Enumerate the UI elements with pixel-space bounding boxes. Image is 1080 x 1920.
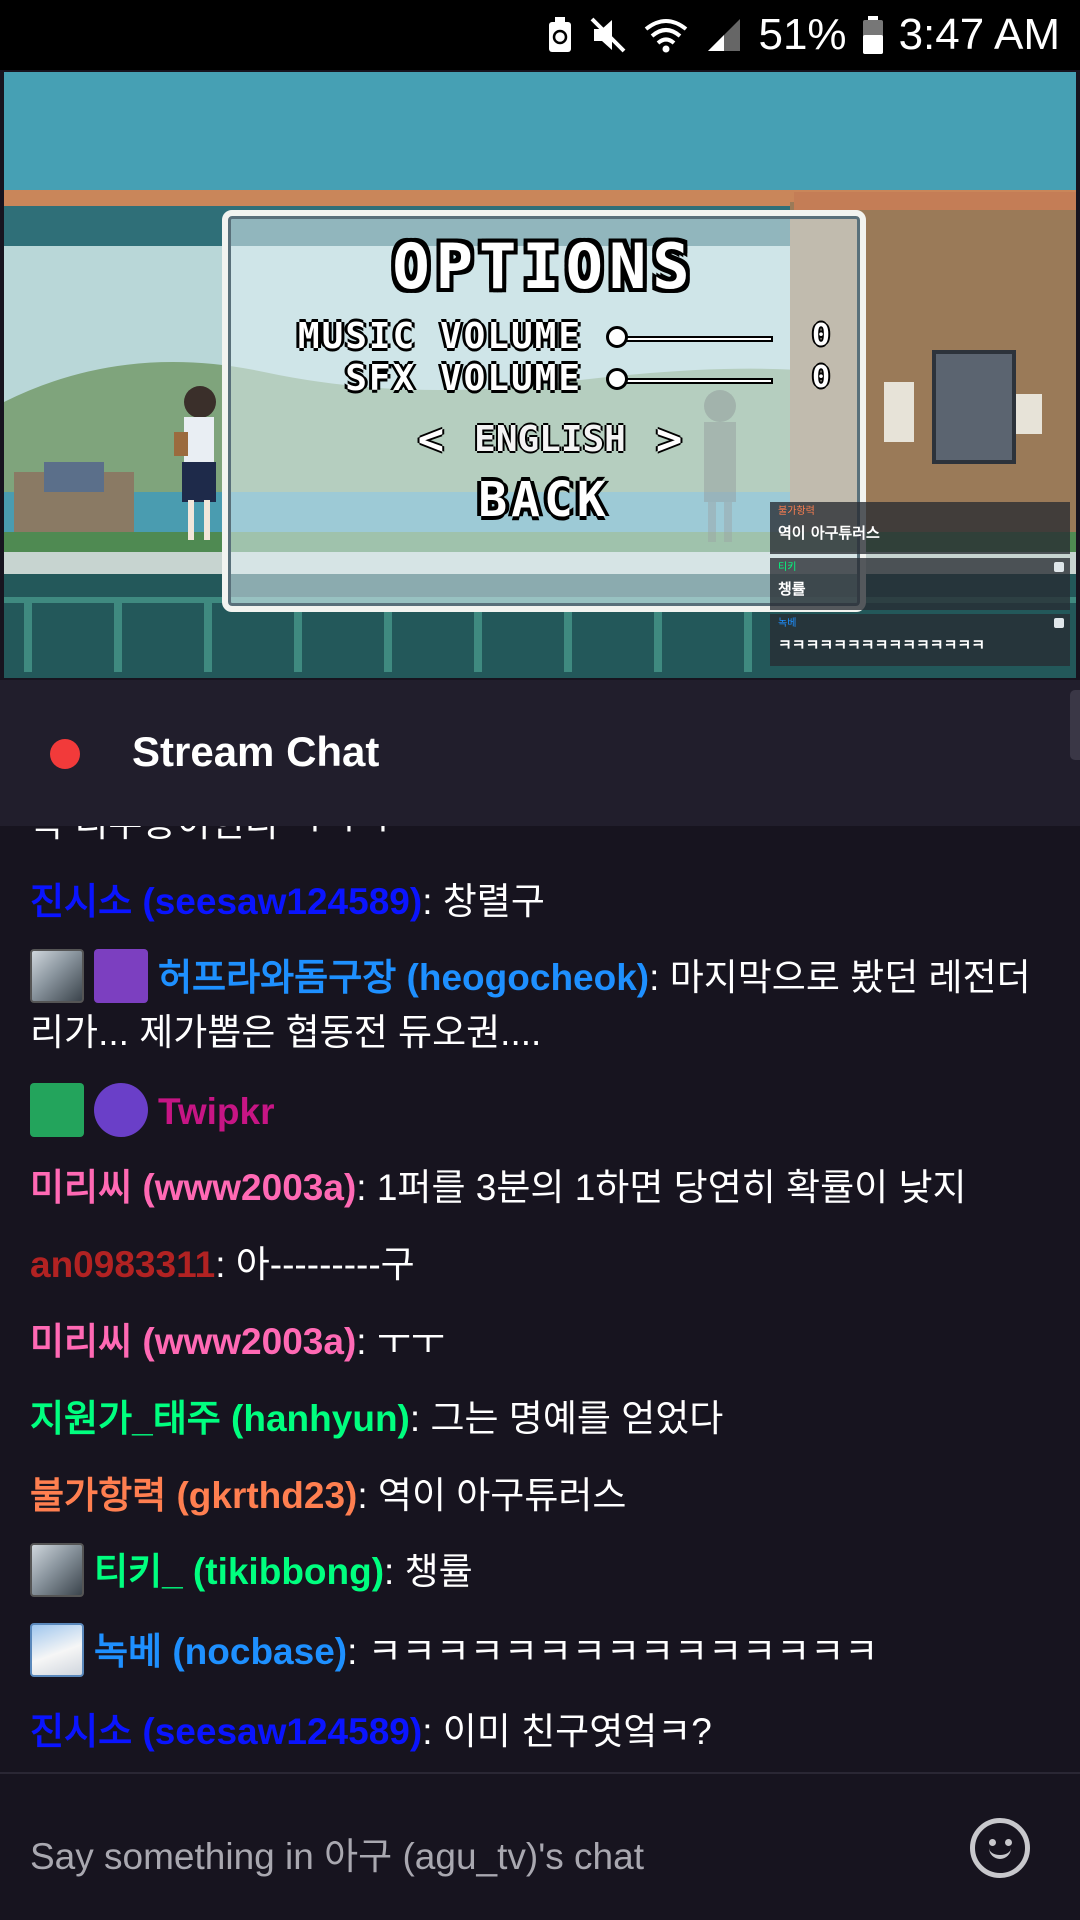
options-title: OPTIONS bbox=[392, 230, 696, 303]
chat-username[interactable]: Twipkr bbox=[158, 1091, 275, 1132]
chat-message: 진시소 (seesaw124589): 이미 친구엿엌ㅋ? bbox=[30, 1711, 712, 1752]
sfx-volume-row: SFX VOLUME 0 bbox=[228, 358, 872, 402]
overlay-chat-name: 녹베 bbox=[778, 618, 797, 629]
moderator-sword-icon bbox=[30, 1083, 84, 1138]
chat-message: 허프라와돔구장 (heogocheok): 마지막으로 봤던 레전더리가... … bbox=[30, 949, 1060, 1059]
chat-username[interactable]: 티키_ (tikibbong) bbox=[94, 1551, 384, 1592]
chat-username[interactable]: 지원가_태주 (hanhyun) bbox=[30, 1398, 410, 1439]
subscriber-badge-icon bbox=[30, 1623, 84, 1678]
battery-percent: 51% bbox=[758, 10, 847, 59]
chat-username[interactable]: 불가항력 (gkrthd23) bbox=[30, 1475, 357, 1516]
scrollbar[interactable] bbox=[1070, 690, 1080, 760]
language-value: ENGLISH bbox=[474, 418, 626, 460]
overlay-chat-item: 녹베 ㅋㅋㅋㅋㅋㅋㅋㅋㅋㅋㅋㅋㅋㅋㅋ bbox=[770, 614, 1070, 666]
language-next-button[interactable]: > bbox=[656, 414, 683, 465]
chat-message-list[interactable]: ᆨ 디우응이힌디 ㅋㅋㅋ 진시소 (seesaw124589): 창렬구 허프라… bbox=[0, 826, 1080, 1772]
clapper-badge-icon bbox=[94, 949, 148, 1004]
sfx-volume-value: 0 bbox=[812, 360, 831, 395]
chat-message: 미리씨 (www2003a): 1퍼를 3분의 1하면 당연히 확률이 낮지 bbox=[30, 1167, 967, 1208]
chat-input[interactable]: Say something in 아구 (agu_tv)'s chat bbox=[30, 1826, 644, 1880]
chat-username[interactable]: 녹베 (nocbase) bbox=[94, 1631, 347, 1672]
overlay-chat: 불가항력 역이 아구튜러스 티키 챙률 녹베 ㅋㅋㅋㅋㅋㅋㅋㅋㅋㅋㅋㅋㅋㅋㅋ bbox=[770, 502, 1070, 670]
stream-video[interactable]: OPTIONS MUSIC VOLUME 0 SFX VOLUME 0 < EN… bbox=[4, 72, 1076, 678]
overlay-chat-name: 티키 bbox=[778, 562, 797, 573]
music-volume-slider[interactable] bbox=[613, 336, 773, 342]
clock: 3:47 AM bbox=[898, 10, 1060, 59]
overlay-chat-message: ㅋㅋㅋㅋㅋㅋㅋㅋㅋㅋㅋㅋㅋㅋㅋ bbox=[778, 636, 986, 654]
language-prev-button[interactable]: < bbox=[418, 414, 445, 465]
chat-message: 미리씨 (www2003a): ㅜㅜ bbox=[30, 1321, 445, 1362]
chat-text: 그는 명예를 얻었다 bbox=[430, 1398, 724, 1439]
battery-icon bbox=[862, 16, 883, 54]
sfx-volume-label: SFX VOLUME bbox=[345, 358, 582, 399]
sfx-volume-knob[interactable] bbox=[606, 368, 628, 390]
chat-message: 진시소 (seesaw124589): 창렬구 bbox=[30, 881, 545, 922]
overlay-chat-item: 티키 챙률 bbox=[770, 558, 1070, 610]
music-volume-row: MUSIC VOLUME 0 bbox=[228, 316, 872, 360]
overlay-chat-name: 불가항력 bbox=[778, 506, 815, 517]
chat-message-partial: ᆨ 디우응이힌디 ㅋㅋㅋ bbox=[30, 826, 1060, 850]
music-volume-knob[interactable] bbox=[606, 326, 628, 348]
music-volume-value: 0 bbox=[812, 318, 831, 353]
chat-username[interactable]: 허프라와돔구장 (heogocheok) bbox=[158, 957, 649, 998]
chat-username[interactable]: 미리씨 (www2003a) bbox=[30, 1321, 356, 1362]
overlay-badge-icon bbox=[1054, 562, 1064, 572]
chat-text: 이미 친구엿엌ㅋ? bbox=[442, 1711, 712, 1752]
chat-text: 아---------구 bbox=[235, 1244, 415, 1285]
signal-icon bbox=[708, 19, 741, 51]
chat-username[interactable]: 미리씨 (www2003a) bbox=[30, 1167, 356, 1208]
sfx-volume-slider[interactable] bbox=[613, 378, 773, 384]
mute-icon bbox=[591, 17, 626, 53]
live-dot-icon bbox=[50, 739, 80, 769]
chat-message: Twipkr bbox=[30, 1083, 1060, 1141]
overlay-chat-message: 챙률 bbox=[778, 580, 806, 598]
emoji-mouth bbox=[989, 1845, 1011, 1859]
wifi-icon bbox=[645, 19, 688, 53]
status-bar: 51% 3:47 AM bbox=[0, 0, 1080, 70]
overlay-chat-item: 불가항력 역이 아구튜러스 bbox=[770, 502, 1070, 554]
language-selector: < ENGLISH > bbox=[228, 414, 872, 465]
chat-header: Stream Chat bbox=[0, 680, 1080, 826]
chat-input-bar: Say something in 아구 (agu_tv)'s chat bbox=[0, 1772, 1080, 1920]
chat-text: 1퍼를 3분의 1하면 당연히 확률이 낮지 bbox=[376, 1167, 967, 1208]
back-button[interactable]: BACK bbox=[228, 472, 860, 528]
chat-text: ㅋㅋㅋㅋㅋㅋㅋㅋㅋㅋㅋㅋㅋㅋㅋ bbox=[367, 1631, 879, 1672]
chat-message: 녹베 (nocbase): ㅋㅋㅋㅋㅋㅋㅋㅋㅋㅋㅋㅋㅋㅋㅋ bbox=[30, 1623, 1060, 1681]
chat-text: ㅜㅜ bbox=[376, 1321, 445, 1362]
chat-username[interactable]: 진시소 (seesaw124589) bbox=[30, 881, 422, 922]
chat-text: 창렬구 bbox=[442, 881, 545, 922]
subscriber-badge-icon bbox=[30, 1543, 84, 1598]
overlay-chat-message: 역이 아구튜러스 bbox=[778, 524, 880, 542]
chat-message: 지원가_태주 (hanhyun): 그는 명예를 얻었다 bbox=[30, 1398, 724, 1439]
overlay-badge-icon bbox=[1054, 618, 1064, 628]
emoji-icon[interactable] bbox=[970, 1818, 1030, 1878]
chat-message: an0983311: 아---------구 bbox=[30, 1244, 415, 1285]
chat-text: 역이 아구튜러스 bbox=[377, 1475, 627, 1516]
chat-text: 챙률 bbox=[404, 1551, 473, 1592]
chat-message: 불가항력 (gkrthd23): 역이 아구튜러스 bbox=[30, 1475, 627, 1516]
chat-username[interactable]: an0983311 bbox=[30, 1244, 215, 1285]
chat-title: Stream Chat bbox=[132, 728, 380, 775]
battery-saver-icon bbox=[549, 17, 572, 52]
subscriber-badge-icon bbox=[30, 949, 84, 1004]
music-volume-label: MUSIC VOLUME bbox=[297, 316, 582, 357]
verified-check-icon bbox=[94, 1083, 148, 1138]
chat-message: 티키_ (tikibbong): 챙률 bbox=[30, 1543, 1060, 1601]
chat-username[interactable]: 진시소 (seesaw124589) bbox=[30, 1711, 422, 1752]
